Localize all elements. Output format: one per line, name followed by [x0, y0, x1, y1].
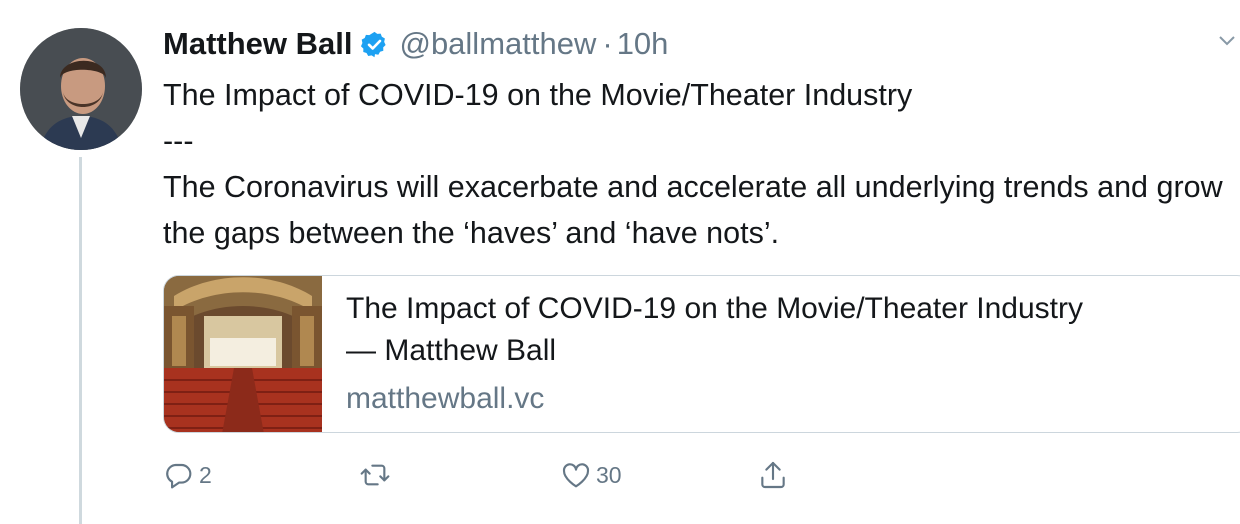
card-title-line: The Impact of COVID-19 on the Movie/Thea…	[346, 292, 1083, 325]
chevron-down-icon[interactable]	[1218, 34, 1236, 48]
tweet-header: Matthew Ball @ballmatthew · 10h	[163, 22, 668, 66]
card-domain: matthewball.vc	[346, 382, 545, 415]
theater-thumbnail-image	[164, 276, 322, 432]
retweet-button[interactable]	[359, 455, 395, 495]
reply-button[interactable]: 2	[163, 455, 212, 495]
card-title-line: — Matthew Ball	[346, 334, 557, 367]
avatar-image	[20, 28, 142, 150]
thread-line	[79, 157, 82, 524]
like-count: 30	[596, 461, 622, 488]
tweet-text-line: The Impact of COVID-19 on the Movie/Thea…	[163, 78, 913, 112]
share-button[interactable]	[757, 455, 789, 495]
tweet-body: The Impact of COVID-19 on the Movie/Thea…	[163, 72, 1223, 256]
verified-badge-icon	[361, 31, 387, 57]
card-title: The Impact of COVID-19 on the Movie/Thea…	[346, 288, 1206, 372]
heart-icon	[562, 463, 590, 488]
tweet-text-line: ---	[163, 124, 194, 158]
tweet-timestamp[interactable]: 10h	[617, 26, 669, 62]
reply-icon	[166, 463, 192, 489]
link-preview-card[interactable]: The Impact of COVID-19 on the Movie/Thea…	[163, 275, 1240, 433]
retweet-icon	[360, 464, 390, 486]
tweet-actions: 2 30	[163, 455, 863, 495]
tweet-text-line: The Coronavirus will exacerbate and acce…	[163, 170, 1232, 250]
like-button[interactable]: 30	[560, 455, 622, 495]
author-name[interactable]: Matthew Ball	[163, 26, 352, 62]
card-text: The Impact of COVID-19 on the Movie/Thea…	[322, 276, 1206, 432]
separator-dot: ·	[602, 26, 613, 61]
author-handle[interactable]: @ballmatthew	[399, 26, 596, 62]
reply-count: 2	[199, 461, 212, 488]
author-avatar[interactable]	[20, 28, 142, 150]
share-icon	[761, 461, 785, 489]
